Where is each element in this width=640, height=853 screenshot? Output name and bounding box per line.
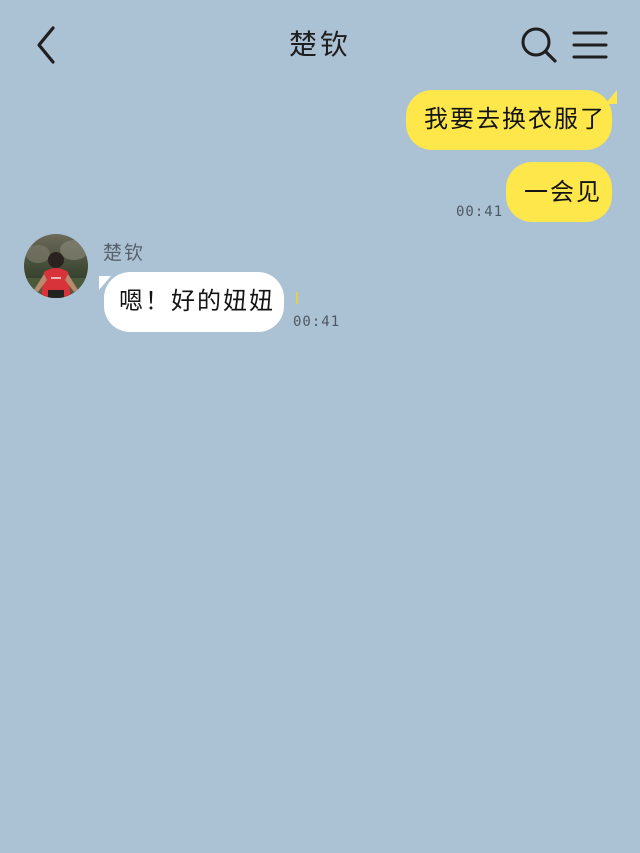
read-indicator <box>296 292 298 304</box>
outgoing-message[interactable]: 我要去换衣服了 <box>406 90 612 150</box>
contact-avatar[interactable] <box>24 234 88 298</box>
sender-name: 楚钦 <box>103 242 146 264</box>
avatar-photo <box>24 234 88 298</box>
outgoing-message[interactable]: 一会见 <box>506 162 612 222</box>
message-timestamp: 00:41 <box>293 314 341 330</box>
incoming-message[interactable]: 嗯！好的妞妞 <box>104 272 284 332</box>
menu-icon <box>572 31 608 59</box>
message-timestamp: 00:41 <box>456 204 504 220</box>
chat-header: 楚钦 <box>0 0 640 90</box>
menu-button[interactable] <box>570 26 610 64</box>
search-icon <box>521 27 557 63</box>
search-button[interactable] <box>518 24 560 66</box>
